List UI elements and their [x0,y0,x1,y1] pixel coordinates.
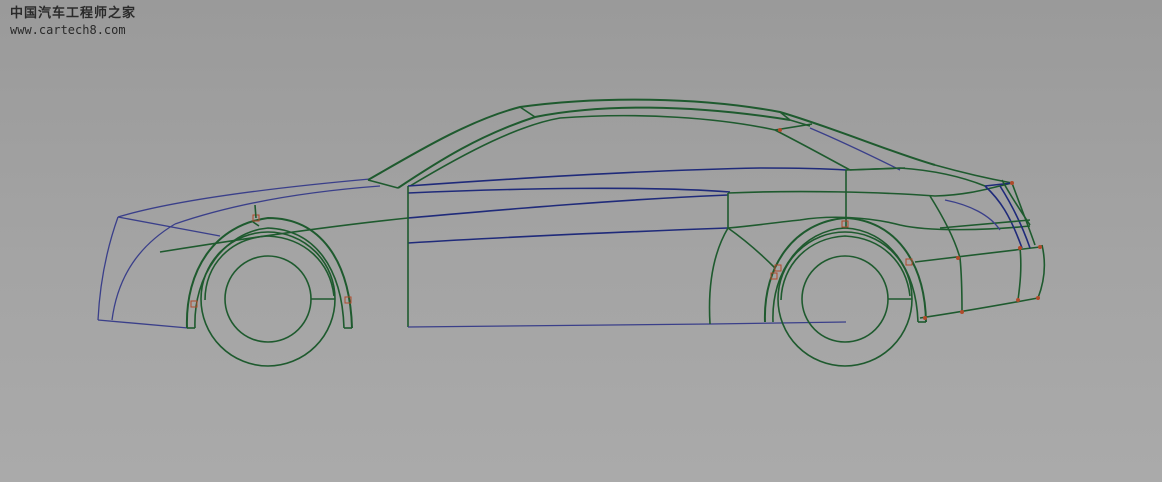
rear-wheel [763,216,927,367]
front-wheel [185,216,353,367]
car-wireframe-drawing [97,98,1046,367]
cad-viewport[interactable]: 中国汽车工程师之家 www.cartech8.com [0,0,1162,482]
roof-curves [367,98,1013,189]
front-fascia-curves [97,178,381,329]
